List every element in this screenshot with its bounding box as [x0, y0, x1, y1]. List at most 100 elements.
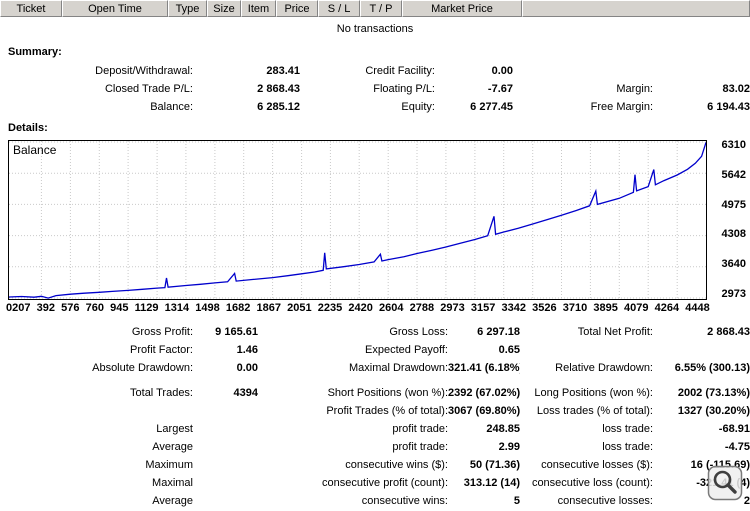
stat-value: 283.41: [266, 65, 300, 77]
x-tick-label: 4079: [624, 302, 649, 314]
column-header-size[interactable]: Size: [207, 0, 241, 17]
stat-label: Maximal Drawdown:: [348, 362, 448, 374]
stat-value: 2002 (73.13%): [677, 387, 750, 399]
balance-chart: Balance 6310 5642 4975 4308 3640 2973: [8, 140, 750, 300]
column-header-ticket[interactable]: Ticket: [0, 0, 62, 17]
stat-value: 321.41 (6.18%): [448, 362, 520, 374]
stat-value: 1327 (30.20%): [677, 405, 750, 417]
x-tick-label: 1867: [256, 302, 281, 314]
summary-title: Summary:: [8, 46, 62, 58]
stat-label: profit trade:: [392, 423, 448, 435]
stat-value: -4.75: [724, 441, 750, 453]
stat-label: Maximal: [152, 477, 193, 489]
column-header-type[interactable]: Type: [168, 0, 207, 17]
column-header-tp[interactable]: T / P: [360, 0, 402, 17]
stat-value: 50 (71.36): [469, 459, 520, 471]
chart-x-axis: 0207 392 576 760 945 1129 1314 1498 1682 1867 2051…: [6, 302, 710, 314]
stat-label: Total Trades:: [130, 387, 193, 399]
stat-value: 83.02: [722, 83, 750, 95]
y-tick-label: 2973: [721, 287, 746, 300]
stat-label: loss trade:: [602, 441, 653, 453]
stat-value: 9 165.61: [215, 326, 258, 338]
x-tick-label: 760: [85, 302, 104, 314]
stat-value: 313.12 (14): [463, 477, 520, 489]
stat-value: 248.85: [486, 423, 520, 435]
stat-value: 0.00: [236, 362, 258, 374]
chart-y-axis: 6310 5642 4975 4308 3640 2973: [711, 140, 746, 300]
stat-value: 2 868.43: [257, 83, 300, 95]
stat-value: [193, 492, 258, 510]
x-tick-label: 2788: [409, 302, 435, 314]
no-transactions-text: No transactions: [336, 23, 414, 35]
stat-label: consecutive losses:: [557, 495, 653, 507]
stat-value: 6 194.43: [707, 101, 750, 113]
column-header-price[interactable]: Price: [276, 0, 318, 17]
stat-value: 0.00: [491, 65, 513, 77]
stat-label: profit trade:: [392, 441, 448, 453]
x-tick-label: 2604: [379, 302, 404, 314]
stat-label: Equity:: [401, 101, 435, 113]
stat-value: [193, 402, 258, 420]
column-header-sl[interactable]: S / L: [318, 0, 360, 17]
stat-label: Largest: [156, 423, 193, 435]
stats-grid-top: Gross Profit: 9 165.61 Gross Loss: 6 297.18…: [8, 323, 750, 377]
stat-label: Credit Facility:: [365, 65, 435, 77]
stat-label: consecutive profit (count):: [322, 477, 448, 489]
stat-label: consecutive loss (count):: [531, 477, 653, 489]
stat-label: loss trade:: [602, 423, 653, 435]
history-table-header: Ticket Open Time Type Size Item Price S …: [0, 0, 750, 17]
x-tick-label: 0207: [6, 302, 31, 314]
x-tick-label: 2051: [287, 302, 312, 314]
stat-label: Margin:: [616, 83, 653, 95]
stat-label: [520, 341, 653, 359]
x-tick-label: 2235: [317, 302, 343, 314]
x-tick-label: 4264: [654, 302, 680, 314]
stat-label: Profit Factor:: [130, 344, 193, 356]
column-header-open-time[interactable]: Open Time: [62, 0, 168, 17]
x-tick-label: 3157: [470, 302, 496, 314]
stat-value: [193, 420, 258, 438]
stat-value: [193, 474, 258, 492]
stat-value: 6 285.12: [257, 101, 300, 113]
stat-value: 6 297.18: [477, 326, 520, 338]
stat-value: [193, 456, 258, 474]
stat-value: 2.99: [498, 441, 520, 453]
stat-label: Average: [152, 495, 193, 507]
stat-label: consecutive wins ($):: [345, 459, 448, 471]
y-tick-label: 5642: [721, 168, 746, 181]
column-header-item[interactable]: Item: [241, 0, 276, 17]
chart-plot-area: Balance: [8, 140, 707, 300]
x-tick-label: 1129: [134, 302, 159, 314]
zoom-icon[interactable]: [707, 465, 743, 501]
stat-label: Closed Trade P/L:: [104, 83, 193, 95]
x-tick-label: 4448: [685, 302, 710, 314]
stat-label: Maximum: [145, 459, 193, 471]
stat-label: Profit Trades (% of total):: [326, 405, 448, 417]
stat-value: [653, 341, 750, 359]
stat-label: Average: [152, 441, 193, 453]
stat-value: 6 277.45: [470, 101, 513, 113]
stat-label: Absolute Drawdown:: [92, 362, 193, 374]
stat-label: Gross Loss:: [389, 326, 448, 338]
stat-value: 4394: [233, 387, 258, 399]
stat-label: Floating P/L:: [373, 83, 435, 95]
y-tick-label: 4975: [721, 198, 746, 211]
stat-label: Balance:: [150, 101, 193, 113]
x-tick-label: 576: [61, 302, 80, 314]
stat-label: consecutive wins:: [361, 495, 448, 507]
stat-label: consecutive losses ($):: [541, 459, 653, 471]
stat-label: Relative Drawdown:: [555, 362, 653, 374]
stat-value: 2392 (67.02%): [448, 387, 520, 399]
stat-label: Deposit/Withdrawal:: [95, 65, 193, 77]
x-tick-label: 3526: [532, 302, 557, 314]
x-tick-label: 2420: [348, 302, 373, 314]
stat-value: 0.65: [498, 344, 520, 356]
stat-label: Gross Profit:: [131, 326, 193, 338]
stat-value: 5: [513, 495, 520, 507]
column-header-market-price[interactable]: Market Price: [402, 0, 522, 17]
stat-value: 3067 (69.80%): [448, 405, 520, 417]
y-tick-label: 3640: [721, 258, 746, 271]
y-tick-label: 6310: [721, 139, 746, 151]
stat-value: [653, 62, 750, 80]
stat-value: 2 868.43: [707, 326, 750, 338]
